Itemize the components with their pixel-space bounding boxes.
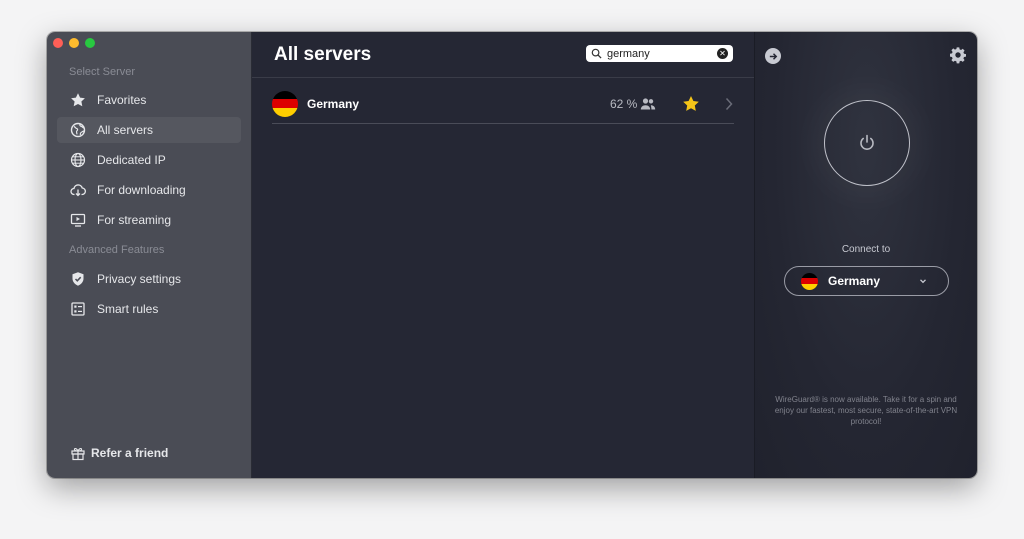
gift-icon: [69, 444, 87, 462]
cloud-download-icon: [69, 181, 87, 199]
sidebar-item-smart-rules[interactable]: Smart rules: [57, 296, 241, 322]
play-screen-icon: [69, 211, 87, 229]
sidebar: Select Server Favorites All servers Dedi…: [47, 32, 252, 478]
chevron-down-icon: [920, 279, 926, 284]
chevron-right-icon[interactable]: [724, 97, 734, 111]
rules-icon: [69, 300, 87, 318]
sidebar-item-label: Favorites: [97, 93, 147, 107]
server-row-germany[interactable]: Germany 62 %: [272, 84, 734, 124]
section-label-select-server: Select Server: [69, 66, 136, 78]
germany-flag-icon: [801, 272, 818, 290]
app-window: Select Server Favorites All servers Dedi…: [47, 32, 977, 478]
refer-a-friend-button[interactable]: Refer a friend: [69, 444, 168, 462]
gear-icon[interactable]: [949, 46, 967, 64]
sidebar-item-label: Privacy settings: [97, 272, 182, 286]
users-icon: [640, 98, 656, 110]
connect-to-label: Connect to: [841, 244, 891, 255]
wireguard-notice: WireGuard® is now available. Take it for…: [774, 395, 958, 426]
sidebar-item-favorites[interactable]: Favorites: [57, 87, 241, 113]
search-input[interactable]: [607, 47, 707, 60]
server-name: Germany: [307, 96, 360, 111]
country-selector[interactable]: Germany: [784, 266, 949, 296]
globe-icon: [69, 121, 87, 139]
page-title: All servers: [274, 44, 372, 65]
server-load: 62 %: [610, 96, 638, 111]
sidebar-item-privacy-settings[interactable]: Privacy settings: [57, 266, 241, 292]
minimize-window-button[interactable]: [69, 38, 79, 48]
sidebar-item-label: Smart rules: [97, 302, 159, 316]
sidebar-item-dedicated-ip[interactable]: Dedicated IP: [57, 147, 241, 173]
arrow-right-icon: [769, 52, 777, 60]
sidebar-item-label: Dedicated IP: [97, 153, 166, 167]
window-controls: [53, 38, 95, 48]
sidebar-item-for-downloading[interactable]: For downloading: [57, 177, 241, 203]
sidebar-item-label: For downloading: [97, 183, 186, 197]
star-icon: [69, 91, 87, 109]
sidebar-item-for-streaming[interactable]: For streaming: [57, 207, 241, 233]
selected-country: Germany: [828, 274, 881, 288]
close-window-button[interactable]: [53, 38, 63, 48]
shield-check-icon: [69, 270, 87, 288]
search-box: ✕: [586, 45, 733, 62]
header-divider: [252, 77, 754, 78]
sidebar-item-label: For streaming: [97, 213, 172, 227]
collapse-panel-button[interactable]: [765, 48, 781, 64]
favorite-star-icon[interactable]: [682, 95, 700, 113]
connection-panel: Connect to Germany WireGuard® is now ava…: [754, 32, 977, 478]
sidebar-item-all-servers[interactable]: All servers: [57, 117, 241, 143]
clear-search-icon[interactable]: ✕: [717, 48, 728, 59]
connect-power-button[interactable]: [824, 100, 910, 186]
server-list-panel: All servers ✕ Germany 62 %: [252, 32, 754, 478]
power-icon: [860, 134, 874, 150]
refer-label: Refer a friend: [91, 446, 169, 460]
sidebar-item-label: All servers: [97, 123, 154, 137]
section-label-advanced-features: Advanced Features: [69, 244, 165, 256]
maximize-window-button[interactable]: [85, 38, 95, 48]
globe-grid-icon: [69, 151, 87, 169]
search-icon: [591, 48, 602, 59]
germany-flag-icon: [272, 90, 298, 117]
